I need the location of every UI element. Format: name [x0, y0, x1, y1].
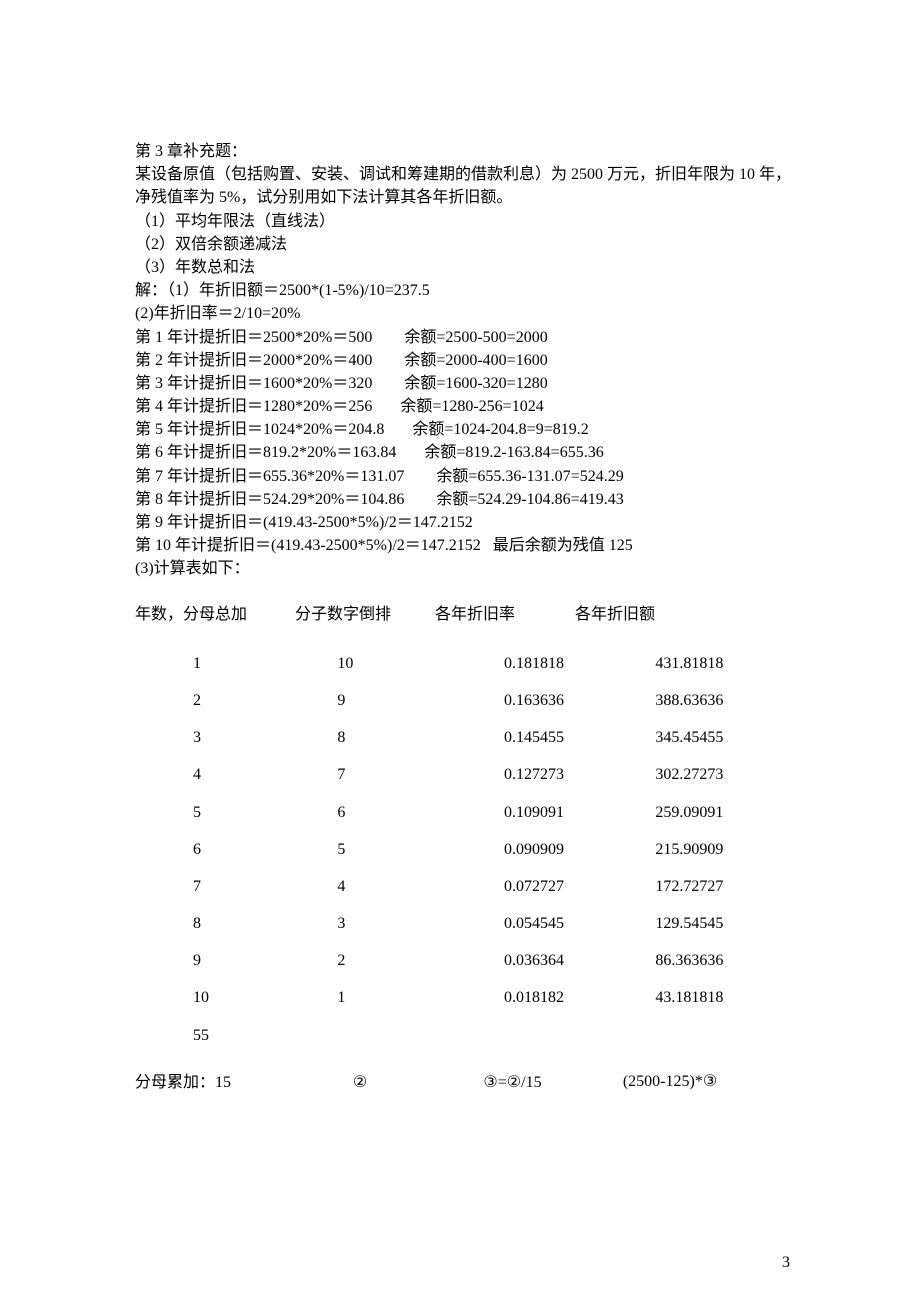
- table-cell: 0.163636: [482, 689, 653, 712]
- page-number: 3: [782, 1254, 790, 1272]
- table-cell: 86.363636: [653, 949, 800, 972]
- table-cell: 6: [135, 838, 289, 861]
- method2-line: 第 9 年计提折旧＝(419.43-2500*5%)/2＝147.2152: [135, 511, 800, 534]
- table-cell: 0.054545: [482, 912, 653, 935]
- table-cell: 43.181818: [653, 986, 800, 1009]
- table-cell: 2: [289, 949, 482, 972]
- table-cell: 8: [135, 912, 289, 935]
- method2-line: 第 7 年计提折旧＝655.36*20%＝131.07 余额=655.36-13…: [135, 465, 800, 488]
- table-cell: 9: [289, 689, 482, 712]
- table-row: 1100.181818431.81818: [135, 652, 800, 675]
- table-cell: 388.63636: [653, 689, 800, 712]
- table-cell: 172.72727: [653, 875, 800, 898]
- problem-line: 净残值率为 5%，试分别用如下法计算其各年折旧额。: [135, 186, 800, 209]
- table-cell: 0.036364: [482, 949, 653, 972]
- table-cell: 7: [135, 875, 289, 898]
- method2-line: 第 3 年计提折旧＝1600*20%＝320 余额=1600-320=1280: [135, 372, 800, 395]
- method2-line: 第 6 年计提折旧＝819.2*20%＝163.84 余额=819.2-163.…: [135, 441, 800, 464]
- table-cell: 1: [135, 652, 289, 675]
- table-row: 830.054545129.54545: [135, 912, 800, 935]
- method2-line: 第 5 年计提折旧＝1024*20%＝204.8 余额=1024-204.8=9…: [135, 418, 800, 441]
- footer-cell: 分母累加：15: [135, 1071, 285, 1094]
- table-cell: 1: [289, 986, 482, 1009]
- table-cell: 0.109091: [482, 801, 653, 824]
- table-cell: 0.090909: [482, 838, 653, 861]
- table-cell: 431.81818: [653, 652, 800, 675]
- table-cell: 3: [135, 726, 289, 749]
- chapter-title: 第 3 章补充题：: [135, 140, 800, 163]
- problem-line: （3）年数总和法: [135, 256, 800, 279]
- table-cell: 0.018182: [482, 986, 653, 1009]
- table-cell: 7: [289, 763, 482, 786]
- table-cell: 4: [135, 763, 289, 786]
- table-cell: 259.09091: [653, 801, 800, 824]
- table-cell: 0.181818: [482, 652, 653, 675]
- table-cell: 129.54545: [653, 912, 800, 935]
- depreciation-table: 年数，分母总加 分子数字倒排 各年折旧率 各年折旧额 1100.18181843…: [135, 603, 800, 1094]
- table-cell: 4: [289, 875, 482, 898]
- table-header: 年数，分母总加: [135, 603, 295, 626]
- table-cell: 10: [135, 986, 289, 1009]
- table-footer-row: 分母累加：15 ② ③=②/15 (2500-125)*③: [135, 1071, 800, 1094]
- solution-intro: 解：（1）年折旧额＝2500*(1-5%)/10=237.5: [135, 279, 800, 302]
- table-cell: 6: [289, 801, 482, 824]
- table-row: 470.127273302.27273: [135, 763, 800, 786]
- footer-cell: (2500-125)*③: [590, 1072, 750, 1093]
- table-row: 1010.01818243.181818: [135, 986, 800, 1009]
- table-row: 650.090909215.90909: [135, 838, 800, 861]
- table-cell: 302.27273: [653, 763, 800, 786]
- table-cell: 8: [289, 726, 482, 749]
- method3-intro: (3)计算表如下：: [135, 557, 800, 580]
- table-cell: 5: [135, 801, 289, 824]
- table-cell: 10: [289, 652, 482, 675]
- method2-line: 第 4 年计提折旧＝1280*20%＝256 余额=1280-256=1024: [135, 395, 800, 418]
- table-row: 560.109091259.09091: [135, 801, 800, 824]
- sum-value: 55: [135, 1024, 293, 1047]
- method2-line: 第 10 年计提折旧＝(419.43-2500*5%)/2＝147.2152 最…: [135, 534, 800, 557]
- table-header: 各年折旧额: [575, 603, 735, 626]
- method2-line: 第 2 年计提折旧＝2000*20%＝400 余额=2000-400=1600: [135, 349, 800, 372]
- table-body: 1100.181818431.81818290.163636388.636363…: [135, 652, 800, 1010]
- table-cell: 0.127273: [482, 763, 653, 786]
- table-row: 920.03636486.363636: [135, 949, 800, 972]
- method2-line: 第 8 年计提折旧＝524.29*20%＝104.86 余额=524.29-10…: [135, 488, 800, 511]
- table-row: 380.145455345.45455: [135, 726, 800, 749]
- table-header-row: 年数，分母总加 分子数字倒排 各年折旧率 各年折旧额: [135, 603, 800, 626]
- table-row: 740.072727172.72727: [135, 875, 800, 898]
- problem-line: 某设备原值（包括购置、安装、调试和筹建期的借款利息）为 2500 万元，折旧年限…: [135, 163, 800, 186]
- table-cell: 215.90909: [653, 838, 800, 861]
- table-cell: 3: [289, 912, 482, 935]
- table-cell: 0.145455: [482, 726, 653, 749]
- method2-line: 第 1 年计提折旧＝2500*20%＝500 余额=2500-500=2000: [135, 326, 800, 349]
- footer-cell: ②: [285, 1071, 435, 1094]
- table-cell: 9: [135, 949, 289, 972]
- method2-line: (2)年折旧率＝2/10=20%: [135, 302, 800, 325]
- table-sum-row: 55: [135, 1024, 800, 1047]
- table-header: 分子数字倒排: [295, 603, 435, 626]
- table-header: 各年折旧率: [435, 603, 575, 626]
- footer-cell: ③=②/15: [435, 1071, 590, 1094]
- table-cell: 5: [289, 838, 482, 861]
- problem-line: （2）双倍余额递减法: [135, 233, 800, 256]
- table-cell: 345.45455: [653, 726, 800, 749]
- table-cell: 2: [135, 689, 289, 712]
- table-row: 290.163636388.63636: [135, 689, 800, 712]
- page-content: 第 3 章补充题： 某设备原值（包括购置、安装、调试和筹建期的借款利息）为 25…: [0, 0, 920, 1094]
- problem-line: （1）平均年限法（直线法）: [135, 210, 800, 233]
- table-cell: 0.072727: [482, 875, 653, 898]
